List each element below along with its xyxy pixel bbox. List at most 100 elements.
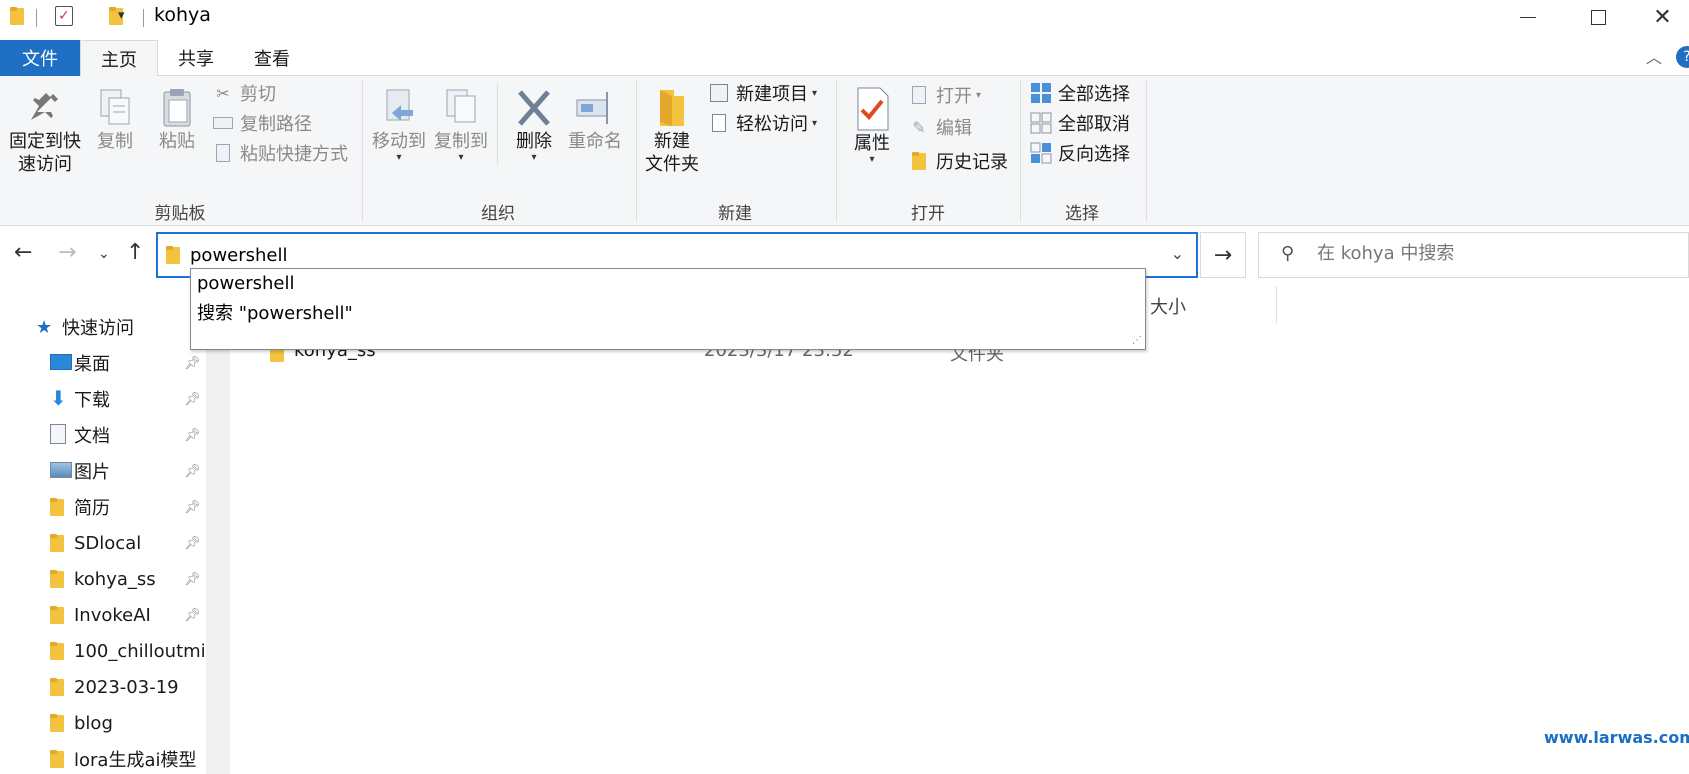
search-input[interactable] [1317,243,1677,264]
select-none-icon [1030,112,1052,134]
pin-to-quick-access-button[interactable]: 固定到快 速访问 [4,86,86,176]
ribbon: 固定到快 速访问 复制 粘贴 ✂ 剪切 复制路径 粘贴快捷方式 剪贴板 移动到 … [0,76,1689,226]
sidebar-item-kohya-ss[interactable]: kohya_ss 📌︎ [0,562,210,596]
sidebar-item-pictures[interactable]: 图片 📌︎ [0,454,210,488]
tab-view[interactable]: 查看 [234,40,310,76]
sidebar-item-resume[interactable]: 简历 📌︎ [0,490,210,524]
history-icon [908,150,930,172]
sidebar-item-downloads[interactable]: ⬇ 下载 📌︎ [0,382,210,416]
edit-button[interactable]: ✎ 编辑 [908,114,972,140]
delete-button[interactable]: 删除 ▾ [506,86,562,163]
divider [143,9,144,27]
sidebar-item-documents[interactable]: 文档 📌︎ [0,418,210,452]
column-header-size[interactable]: 大小 [1150,293,1186,319]
paste-shortcut-button[interactable]: 粘贴快捷方式 [212,140,348,166]
folder-icon [166,246,180,264]
divider [36,9,37,27]
open-button[interactable]: 打开 ▾ [908,82,981,108]
go-arrow-icon: → [1213,242,1233,268]
sidebar-item-invokeai[interactable]: InvokeAI 📌︎ [0,598,210,632]
rename-button[interactable]: 重命名 [564,86,626,153]
sidebar-item-label: kohya_ss [74,568,156,590]
pin-icon: 📌︎ [184,571,201,587]
address-history-chevron-icon[interactable]: ⌄ [1171,244,1184,263]
sidebar-item-label: 桌面 [74,354,110,375]
tab-home[interactable]: 主页 [80,40,158,77]
sidebar-item-100-chilloutmix[interactable]: 100_chilloutmix [0,634,210,668]
cut-button[interactable]: ✂ 剪切 [212,80,276,106]
pin-icon: 📌︎ [184,391,201,407]
sidebar-item-blog[interactable]: blog [0,706,210,740]
copy-to-button[interactable]: 复制到 ▾ [430,86,492,163]
move-to-icon [386,89,413,121]
invert-selection-button[interactable]: 反向选择 [1030,140,1130,166]
copy-path-button[interactable]: 复制路径 [212,110,312,136]
copy-button[interactable]: 复制 [90,86,140,153]
minimize-icon [1520,16,1536,18]
rename-label: 重命名 [568,131,622,152]
copy-to-icon [446,89,476,123]
minimize-button[interactable] [1498,0,1558,34]
paste-shortcut-icon [212,142,234,164]
new-folder-icon [660,90,684,126]
sidebar-item-label: InvokeAI [74,604,151,626]
select-all-button[interactable]: 全部选择 [1030,80,1130,106]
back-arrow-icon[interactable]: ← [14,240,32,265]
group-label-open: 打开 [911,204,945,224]
properties-button[interactable]: 属性 ▾ [846,86,898,165]
paste-label: 粘贴 [159,131,195,152]
new-item-label: 新建项目 [736,84,808,105]
folder-icon [50,750,64,768]
sidebar-item-label: blog [74,712,113,734]
help-icon[interactable]: ? [1676,46,1689,68]
sidebar-item-label: 图片 [74,462,110,483]
edit-label: 编辑 [936,118,972,139]
sidebar-scrollbar[interactable] [206,300,230,774]
download-icon: ⬇ [50,386,67,410]
move-to-button[interactable]: 移动到 ▾ [368,86,430,163]
search-box[interactable]: ⚲ [1258,232,1689,278]
dropdown-caret-icon: ▾ [531,152,537,163]
pin-icon: 📌︎ [184,355,201,371]
new-item-button[interactable]: 新建项目 ▾ [708,80,817,106]
document-icon [50,424,66,444]
up-arrow-icon[interactable]: ↑ [126,240,144,265]
resize-grip-icon[interactable]: ⋰ [1132,335,1142,346]
scissors-icon: ✂ [216,83,230,103]
sidebar-item-2023-03-19[interactable]: 2023-03-19 [0,670,210,704]
tab-file[interactable]: 文件 [0,40,80,76]
new-folder-button[interactable]: 新建 文件夹 [640,86,704,176]
new-item-icon [708,82,730,104]
tab-share[interactable]: 共享 [158,40,234,76]
properties-quick-icon[interactable]: ✓ [55,6,73,26]
easy-access-button[interactable]: 轻松访问 ▾ [708,110,817,136]
delete-x-icon [518,90,550,126]
folder-icon [50,534,64,552]
collapse-ribbon-icon[interactable]: ︿ [1646,44,1662,68]
sidebar-item-label: SDlocal [74,532,142,554]
pin-icon: 📌︎ [184,499,201,515]
address-input[interactable] [190,242,1090,268]
close-button[interactable]: ✕ [1636,0,1689,34]
select-none-button[interactable]: 全部取消 [1030,110,1130,136]
sidebar-item-desktop[interactable]: 桌面 📌︎ [0,346,210,380]
paste-shortcut-label: 粘贴快捷方式 [240,144,348,165]
new-folder-label-2: 文件夹 [645,154,699,175]
history-button[interactable]: 历史记录 [908,148,1008,174]
paste-button[interactable]: 粘贴 [152,86,202,153]
column-divider[interactable] [1276,286,1277,324]
recent-locations-chevron-icon[interactable]: ⌄ [98,246,110,262]
delete-label: 删除 [516,131,552,152]
paste-icon [163,89,191,127]
go-button[interactable]: → [1200,232,1246,278]
autocomplete-item-search[interactable]: 搜索 "powershell" [197,299,353,325]
customize-quick-access-icon[interactable]: ▾ [118,8,125,23]
dropdown-caret-icon: ▾ [812,117,818,129]
forward-arrow-icon[interactable]: → [58,240,76,265]
sidebar-item-quick-access[interactable]: ★ 快速访问 [0,310,210,344]
sidebar-item-sdlocal[interactable]: SDlocal 📌︎ [0,526,210,560]
sidebar-item-lora[interactable]: lora生成ai模型 [0,742,210,774]
easy-access-label: 轻松访问 [736,114,808,135]
maximize-button[interactable] [1568,0,1628,34]
autocomplete-item-path[interactable]: powershell [197,273,295,294]
